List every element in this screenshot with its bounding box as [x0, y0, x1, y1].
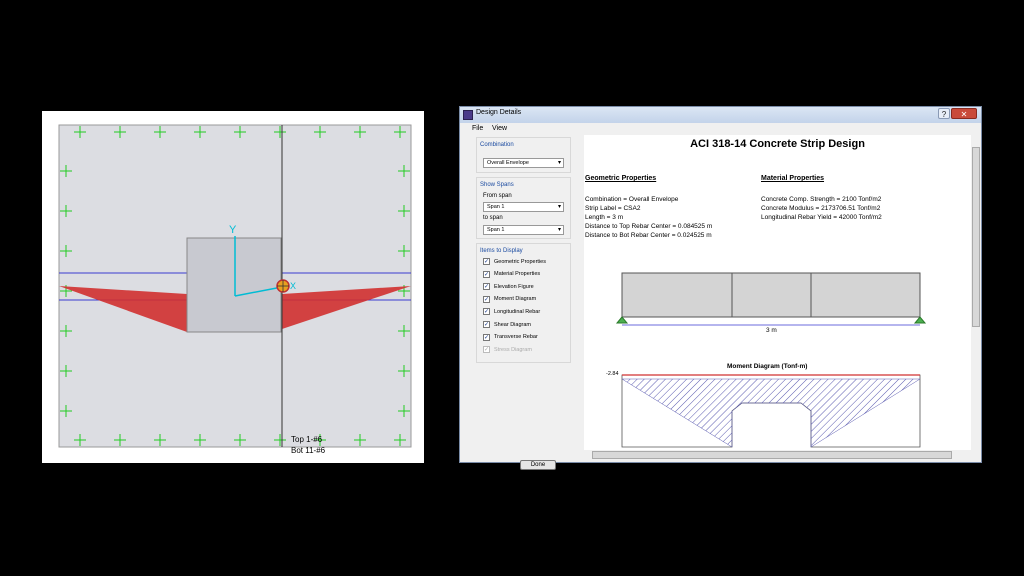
combination-select[interactable]: Overall Envelope ▾	[483, 158, 564, 168]
horizontal-scrollbar[interactable]	[584, 450, 971, 460]
help-button[interactable]: ?	[938, 108, 950, 119]
item-checkbox-label: Transverse Rebar	[494, 334, 538, 341]
from-span-label: From span	[483, 193, 512, 199]
geometric-line: Combination = Overall Envelope	[585, 196, 679, 203]
geometric-line: Distance to Bot Rebar Center = 0.024525 …	[585, 232, 712, 239]
to-span-label: to span	[483, 215, 503, 221]
x-axis-label: X	[290, 281, 297, 291]
support-right-icon	[913, 316, 927, 324]
item-checkbox-label: Shear Diagram	[494, 321, 531, 328]
support-left-icon	[615, 316, 629, 324]
show-spans-group: Show Spans From span Span 1 ▾ to span Sp…	[476, 177, 571, 239]
geometric-line: Length = 3 m	[585, 214, 624, 221]
combination-group-title: Combination	[480, 142, 514, 148]
items-group-title: Items to Display	[480, 248, 523, 254]
strip-elevation	[621, 272, 921, 318]
options-panel: Combination Overall Envelope ▾ Show Span…	[476, 135, 572, 470]
chevron-down-icon: ▾	[557, 227, 561, 233]
item-checkbox-label: Elevation Figure	[494, 283, 534, 290]
report-pane: ACI 318-14 Concrete Strip Design Geometr…	[584, 135, 971, 450]
moment-value-label: -2.84	[606, 371, 619, 377]
items-to-display-group: Items to Display ✓ Geometric Properties ✓ M…	[476, 243, 571, 363]
geometric-heading: Geometric Properties	[585, 175, 657, 182]
horizontal-scroll-thumb[interactable]	[592, 451, 952, 459]
item-checkbox[interactable]: ✓	[483, 308, 490, 316]
bot-rebar-label: Bot 11-#6	[291, 446, 326, 455]
done-button[interactable]: Done	[520, 460, 556, 470]
from-span-value: Span 1	[487, 204, 505, 210]
moment-diagram-title: Moment Diagram (Tonf-m)	[727, 363, 808, 370]
dialog-titlebar[interactable]: Design Details ? ✕	[460, 107, 981, 123]
column-box	[186, 237, 282, 333]
report-title: ACI 318-14 Concrete Strip Design	[690, 138, 865, 150]
top-rebar-label: Top 1-#6	[291, 435, 323, 444]
to-span-select[interactable]: Span 1 ▾	[483, 225, 564, 235]
show-spans-group-title: Show Spans	[480, 182, 514, 188]
item-checkbox[interactable]: ✓	[483, 333, 490, 341]
item-checkbox[interactable]: ✓	[483, 295, 490, 303]
plan-viewport[interactable]: Y X Top 1-#6 Bot 11-#6	[42, 111, 424, 463]
vertical-scrollbar[interactable]	[971, 135, 981, 450]
geometric-line: Strip Label = CSA2	[585, 205, 641, 212]
item-checkbox-label: Stress Diagram	[494, 346, 532, 353]
y-axis-label: Y	[229, 224, 237, 236]
menu-bar: File View	[460, 123, 981, 135]
menu-view[interactable]: View	[492, 125, 507, 132]
item-checkbox: ✓	[483, 346, 490, 354]
app-icon	[463, 110, 473, 120]
item-checkbox-label: Material Properties	[494, 271, 541, 278]
item-checkbox-label: Longitudinal Rebar	[494, 308, 541, 315]
combination-group: Combination Overall Envelope ▾	[476, 137, 571, 173]
plan-canvas[interactable]	[42, 111, 424, 463]
moment-hatch	[621, 378, 921, 448]
chevron-down-icon: ▾	[557, 160, 561, 166]
moment-outline	[621, 374, 921, 448]
span-length-label: 3 m	[766, 327, 777, 334]
material-line: Concrete Modulus = 2173706.51 Tonf/m2	[761, 205, 881, 212]
chevron-down-icon: ▾	[557, 204, 561, 210]
item-checkbox[interactable]: ✓	[483, 258, 490, 265]
item-checkbox[interactable]: ✓	[483, 270, 490, 278]
item-checkbox[interactable]: ✓	[483, 283, 490, 291]
item-checkbox[interactable]: ✓	[483, 321, 490, 328]
vertical-scroll-thumb[interactable]	[972, 147, 980, 327]
geometric-line: Distance to Top Rebar Center = 0.084525 …	[585, 223, 713, 230]
from-span-select[interactable]: Span 1 ▾	[483, 202, 564, 212]
material-heading: Material Properties	[761, 175, 825, 182]
elevation-figure	[615, 272, 927, 448]
close-button[interactable]: ✕	[951, 108, 977, 119]
combination-value: Overall Envelope	[487, 160, 529, 166]
material-line: Longitudinal Rebar Yield = 42000 Tonf/m2	[761, 214, 882, 221]
dialog-title: Design Details	[476, 109, 522, 116]
design-details-dialog: Design Details ? ✕ File View Combination…	[459, 106, 982, 470]
to-span-value: Span 1	[487, 227, 505, 233]
item-checkbox-label: Geometric Properties	[494, 258, 546, 265]
menu-file[interactable]: File	[472, 125, 483, 132]
material-line: Concrete Comp. Strength = 2100 Tonf/m2	[761, 196, 882, 203]
item-checkbox-label: Moment Diagram	[494, 296, 537, 303]
